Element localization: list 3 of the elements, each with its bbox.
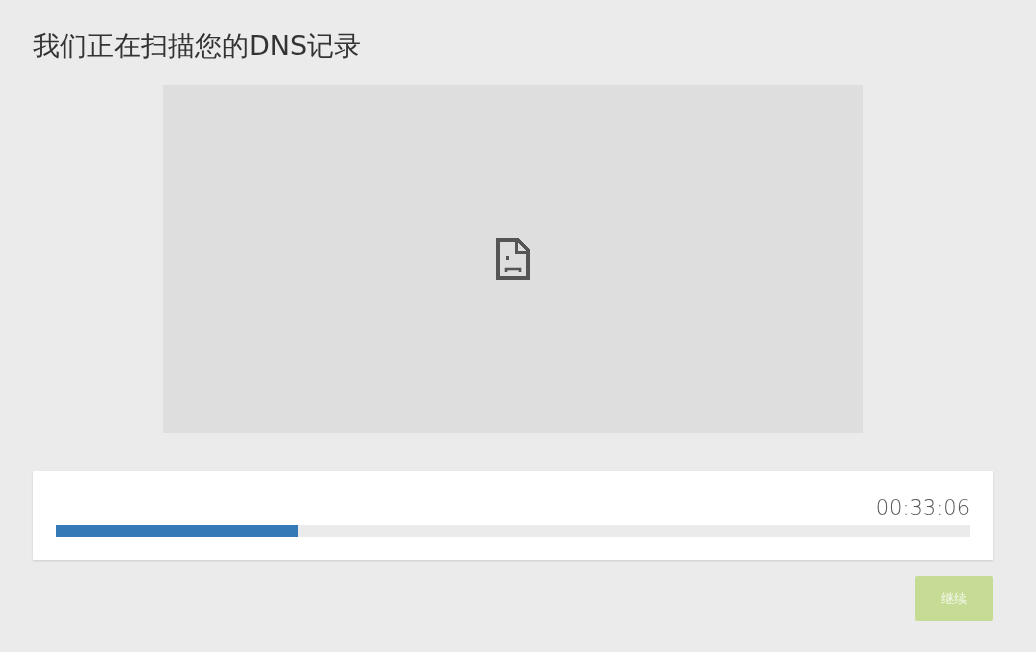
page-title: 我们正在扫描您的DNS记录 xyxy=(33,29,363,63)
elapsed-time: 00:33:06 xyxy=(875,495,970,522)
broken-image-icon xyxy=(496,238,530,280)
